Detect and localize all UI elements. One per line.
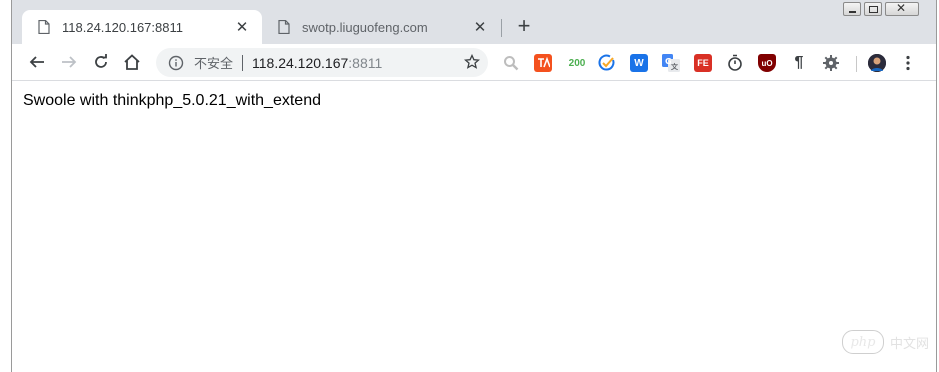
w-extension-icon[interactable]: W	[630, 54, 648, 72]
tab-inactive[interactable]: swotp.liuguofeng.com ✕	[262, 10, 500, 44]
page-body-text: Swoole with thinkphp_5.0.21_with_extend	[23, 92, 321, 109]
bookmark-star-icon[interactable]	[464, 54, 480, 70]
reload-icon	[95, 54, 107, 68]
back-button[interactable]	[25, 50, 49, 74]
page-icon	[36, 19, 52, 35]
page-icon	[276, 19, 292, 35]
info-icon[interactable]	[168, 55, 184, 71]
security-status-text: 不安全	[194, 56, 234, 71]
watermark: php 中文网	[842, 330, 929, 354]
menu-icon[interactable]	[902, 54, 914, 72]
home-icon	[124, 54, 140, 70]
tab-strip: 118.24.120.167:8811 ✕ swotp.liuguofeng.c…	[12, 0, 936, 44]
tab-title: swotp.liuguofeng.com	[302, 19, 428, 35]
window-controls	[840, 1, 919, 18]
search-extension-icon[interactable]	[502, 54, 520, 72]
browser-toolbar: 不安全 118.24.120.167 :8811 200 W G文 FE uO …	[12, 44, 936, 81]
php-logo-icon: php	[842, 330, 884, 354]
tab-close-icon[interactable]: ✕	[232, 17, 252, 37]
translate-extension-icon[interactable]	[534, 54, 552, 72]
tab-divider	[501, 19, 502, 37]
ublock-extension-icon[interactable]: uO	[758, 54, 776, 72]
new-tab-button[interactable]: +	[513, 15, 535, 38]
fe-extension-icon[interactable]: FE	[694, 54, 712, 72]
google-translate-extension-icon[interactable]: G文	[662, 54, 680, 72]
home-button[interactable]	[120, 50, 144, 74]
url-host: 118.24.120.167	[252, 54, 349, 71]
minimize-button[interactable]	[843, 2, 861, 16]
status-200-extension-icon[interactable]: 200	[565, 54, 589, 72]
url-port: :8811	[348, 54, 383, 71]
page-content: Swoole with thinkphp_5.0.21_with_extend	[12, 81, 936, 372]
close-window-button[interactable]	[885, 1, 919, 16]
tab-close-icon[interactable]: ✕	[470, 17, 490, 37]
check-extension-icon[interactable]	[598, 54, 616, 72]
tab-active[interactable]: 118.24.120.167:8811 ✕	[22, 10, 262, 44]
svg-text:文: 文	[671, 62, 679, 71]
gear-extension-icon[interactable]	[822, 54, 840, 72]
forward-button[interactable]	[57, 50, 81, 74]
maximize-button[interactable]	[864, 2, 882, 16]
omnibox-divider	[242, 54, 244, 71]
watermark-text: 中文网	[890, 335, 930, 351]
timer-extension-icon[interactable]	[726, 54, 744, 72]
tab-title: 118.24.120.167:8811	[62, 19, 183, 35]
pilcrow-extension-icon[interactable]: ¶	[790, 54, 808, 72]
address-bar[interactable]: 不安全 118.24.120.167 :8811	[156, 48, 488, 77]
avatar[interactable]	[868, 54, 886, 72]
toolbar-divider	[856, 56, 857, 72]
reload-button[interactable]	[89, 50, 113, 74]
arrow-left-icon	[29, 56, 44, 68]
arrow-right-icon	[62, 56, 77, 68]
browser-window: 118.24.120.167:8811 ✕ swotp.liuguofeng.c…	[11, 0, 937, 372]
